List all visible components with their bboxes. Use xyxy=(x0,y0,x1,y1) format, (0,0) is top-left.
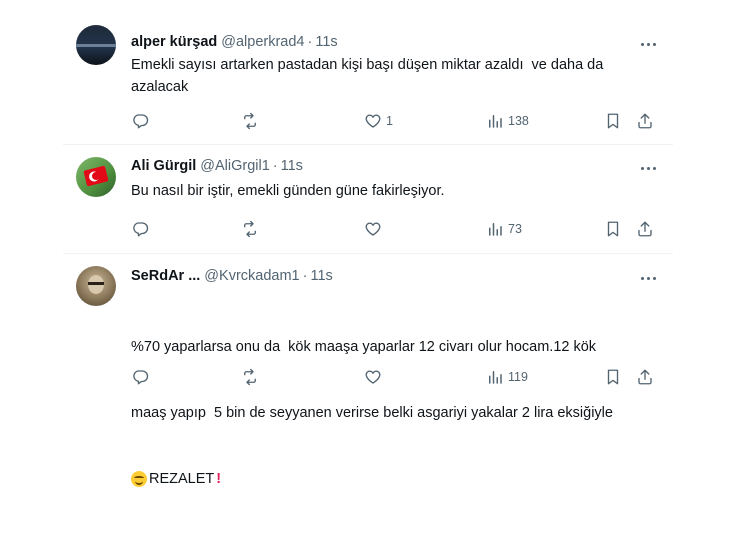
relieved-face-emoji-icon xyxy=(131,471,147,487)
views-button[interactable]: 73 xyxy=(486,220,522,238)
view-count: 119 xyxy=(508,370,528,384)
tweet-actions: 73 xyxy=(131,220,671,240)
view-count: 73 xyxy=(508,222,522,236)
more-icon[interactable] xyxy=(637,161,659,175)
tweet-time[interactable]: 11s xyxy=(281,158,303,174)
retweet-button[interactable] xyxy=(241,112,263,130)
tweet-text: Bu nasıl bir iştir, emekli günden güne f… xyxy=(131,183,445,199)
share-icon xyxy=(636,220,654,238)
tweet-text: %70 yaparlarsa onu da kök maaşa yaparlar… xyxy=(131,292,651,534)
tweet-text: Emekli sayısı artarken pastadan kişi baş… xyxy=(131,57,608,95)
share-icon xyxy=(636,368,654,386)
like-button[interactable] xyxy=(364,220,386,238)
user-handle[interactable]: @alperkrad4 xyxy=(221,34,304,50)
user-name[interactable]: alper kürşad xyxy=(131,34,217,50)
bookmark-icon xyxy=(604,368,622,386)
reply-icon xyxy=(131,220,149,238)
tweet-actions: 1 138 xyxy=(131,112,671,132)
like-button[interactable] xyxy=(364,368,386,386)
tweet-time[interactable]: 11s xyxy=(310,268,332,284)
separator-dot: · xyxy=(272,158,278,174)
view-count: 138 xyxy=(508,114,529,128)
tweet-feed: alper kürşad @alperkrad4 · 11s Emekli sa… xyxy=(63,13,673,487)
user-handle[interactable]: @AliGrgil1 xyxy=(200,158,270,174)
tweet-text-line: REZALET ! xyxy=(131,468,651,490)
reply-button[interactable] xyxy=(131,368,153,386)
bookmark-button[interactable] xyxy=(604,220,622,238)
views-icon xyxy=(486,368,504,386)
user-name[interactable]: SeRdAr ... xyxy=(131,268,200,284)
share-button[interactable] xyxy=(636,368,654,386)
reply-icon xyxy=(131,368,149,386)
like-count: 1 xyxy=(386,114,393,128)
retweet-button[interactable] xyxy=(241,220,263,238)
heart-icon xyxy=(364,112,382,130)
reply-icon xyxy=(131,112,149,130)
tweet-header: SeRdAr ... @Kvrckadam1 · 11s xyxy=(131,268,333,284)
bookmark-icon xyxy=(604,112,622,130)
heart-icon xyxy=(364,368,382,386)
separator-dot: · xyxy=(302,268,308,284)
separator-dot: · xyxy=(307,34,313,50)
like-button[interactable]: 1 xyxy=(364,112,393,130)
retweet-icon xyxy=(241,220,259,238)
tweet[interactable]: Ali Gürgil @AliGrgil1 · 11s Bu nasıl bir… xyxy=(63,145,673,254)
bookmark-button[interactable] xyxy=(604,368,622,386)
heart-icon xyxy=(364,220,382,238)
avatar[interactable] xyxy=(76,157,116,197)
tweet-header: alper kürşad @alperkrad4 · 11s xyxy=(131,34,338,50)
views-button[interactable]: 138 xyxy=(486,112,529,130)
tweet-text-line: maaş yapıp 5 bin de seyyanen verirse bel… xyxy=(131,405,613,421)
tweet-text-line: %70 yaparlarsa onu da kök maaşa yaparlar… xyxy=(131,339,597,355)
user-handle[interactable]: @Kvrckadam1 xyxy=(204,268,299,284)
views-icon xyxy=(486,220,504,238)
bookmark-button[interactable] xyxy=(604,112,622,130)
share-button[interactable] xyxy=(636,220,654,238)
tweet-actions: 119 xyxy=(131,368,671,388)
avatar[interactable] xyxy=(76,25,116,65)
more-icon[interactable] xyxy=(637,271,659,285)
tweet-text-emphasis: REZALET xyxy=(149,471,215,487)
reply-button[interactable] xyxy=(131,112,153,130)
share-button[interactable] xyxy=(636,112,654,130)
bookmark-icon xyxy=(604,220,622,238)
reply-button[interactable] xyxy=(131,220,153,238)
views-icon xyxy=(486,112,504,130)
share-icon xyxy=(636,112,654,130)
tweet-time[interactable]: 11s xyxy=(315,34,337,50)
more-icon[interactable] xyxy=(637,37,659,51)
tweet[interactable]: alper kürşad @alperkrad4 · 11s Emekli sa… xyxy=(63,13,673,145)
retweet-icon xyxy=(241,112,259,130)
exclamation-emoji-icon: ! xyxy=(216,471,222,487)
avatar[interactable] xyxy=(76,266,116,306)
views-button[interactable]: 119 xyxy=(486,368,528,386)
tweet[interactable]: SeRdAr ... @Kvrckadam1 · 11s %70 yaparla… xyxy=(63,254,673,487)
retweet-icon xyxy=(241,368,259,386)
tweet-header: Ali Gürgil @AliGrgil1 · 11s xyxy=(131,158,303,174)
user-name[interactable]: Ali Gürgil xyxy=(131,158,196,174)
retweet-button[interactable] xyxy=(241,368,263,386)
